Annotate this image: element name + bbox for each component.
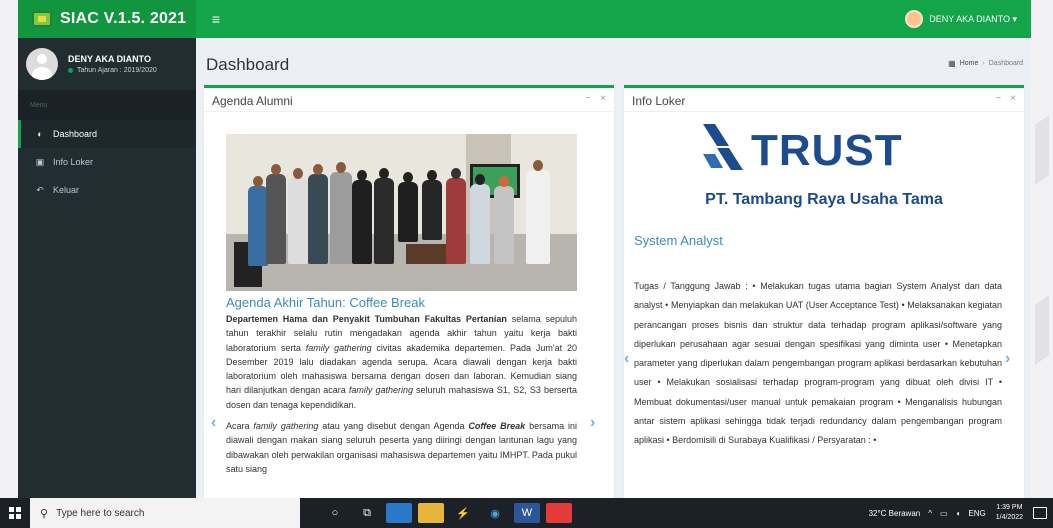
user-menu-dropdown[interactable]: DENY AKA DIANTO ▾ [905,10,1031,28]
online-status-icon [68,68,73,73]
box-title: Agenda Alumni [212,94,293,108]
avatar [905,10,924,28]
box-tools: − × [576,93,606,104]
carousel-prev-icon[interactable]: ‹ [211,414,216,432]
academic-year-label: Tahun Ajaran : 2019/2020 [77,67,157,74]
sidebar-item-info-loker[interactable]: ▣ Info Loker [18,148,196,176]
app-logo-icon [32,11,52,27]
agenda-heading-link[interactable]: Agenda Akhir Tahun: Coffee Break [226,295,425,310]
top-navbar: SIAC V.1.5. 2021 ≡ DENY AKA DIANTO ▾ [18,0,1031,38]
app-window: SIAC V.1.5. 2021 ≡ DENY AKA DIANTO ▾ DEN… [0,0,1053,528]
dashboard-icon: ▦ [948,59,956,68]
agenda-paragraph: Departemen Hama dan Penyakit Tumbuhan Fa… [226,314,577,410]
menu-header: Menu [18,90,196,120]
content-header: Dashboard ▦ Home › Dashboard [196,38,1031,86]
breadcrumb-separator: › [982,60,985,67]
cortana-icon[interactable]: ○ [322,503,348,523]
info-loker-box: Info Loker − × TRUST PT. Tambang Raya Us… [624,85,1024,498]
agenda-alumni-box: Agenda Alumni − × Agenda Akhir Tahun: Co… [204,85,614,498]
collapse-icon[interactable]: − [585,93,591,104]
taskbar-search-input[interactable]: ⚲ Type here to search [30,498,300,528]
right-margin [1031,0,1053,498]
sidebar-toggle-icon[interactable]: ≡ [206,11,226,27]
windows-logo-icon [9,507,21,519]
search-icon: ⚲ [40,507,49,520]
reply-icon: ↶ [36,184,44,195]
tray-overflow-icon[interactable]: ^ [928,509,932,518]
user-menu-label: DENY AKA DIANTO ▾ [929,13,1017,24]
sidebar-user-name: DENY AKA DIANTO [68,54,152,64]
breadcrumb-current: Dashboard [988,60,1023,67]
chrome-icon[interactable]: ◉ [482,503,508,523]
close-icon[interactable]: × [600,93,606,104]
agenda-paragraph: Acara family gathering atau yang disebut… [226,421,577,474]
company-logo: TRUST [699,122,959,192]
carousel-prev-icon[interactable]: ‹ [624,350,629,368]
language-indicator[interactable]: ENG [968,509,985,518]
box-header: Info Loker − × [624,88,1024,112]
id-card-icon: ▣ [35,156,45,167]
agenda-photo [226,134,577,291]
dashboard-icon: ◐ [37,129,43,139]
notifications-icon[interactable] [1033,507,1047,519]
company-logo-text: TRUST [751,126,903,175]
left-margin [0,0,18,498]
collapse-icon[interactable]: − [995,93,1001,104]
box-title: Info Loker [632,94,686,108]
clock-time: 1:39 PM [996,504,1023,511]
sidebar-item-label: Dashboard [53,129,98,139]
user-avatar-icon [26,48,58,80]
sidebar-item-dashboard[interactable]: ◐ Dashboard [18,120,196,148]
main-content: Dashboard ▦ Home › Dashboard Agenda Alum… [196,38,1031,498]
job-title-link[interactable]: System Analyst [634,233,723,248]
brand-logo-link[interactable]: SIAC V.1.5. 2021 [18,0,196,38]
page-title: Dashboard [206,55,290,74]
agenda-body: Departemen Hama dan Penyakit Tumbuhan Fa… [226,312,577,483]
folder-icon[interactable] [418,503,444,523]
windows-taskbar: ⚲ Type here to search ○ ⧉ ⚡ ◉ W 32°C Ber… [0,498,1053,528]
box-tools: − × [986,93,1016,104]
carousel-next-icon[interactable]: › [590,414,595,432]
lightning-app-icon[interactable]: ⚡ [450,503,476,523]
system-tray: 32°C Berawan ^ ▭ ◖ ENG 1:39 PM 1/4/2022 [861,503,1053,523]
sidebar-item-label: Keluar [53,185,80,195]
volume-icon[interactable]: ◖ [956,509,961,518]
app-icon[interactable] [546,503,572,523]
weather-label[interactable]: 32°C Berawan [869,509,921,518]
box-header: Agenda Alumni − × [204,88,614,112]
user-panel: DENY AKA DIANTO Tahun Ajaran : 2019/2020 [18,38,196,90]
task-view-icon[interactable]: ⧉ [354,503,380,523]
word-icon[interactable]: W [514,503,540,523]
brand-title: SIAC V.1.5. 2021 [60,10,187,27]
sidebar-item-label: Info Loker [53,157,94,167]
breadcrumb: ▦ Home › Dashboard [948,59,1023,68]
clock-date: 1/4/2022 [995,514,1023,521]
search-placeholder: Type here to search [56,507,145,519]
file-explorer-icon[interactable] [386,503,412,523]
carousel-next-icon[interactable]: › [1005,350,1010,368]
breadcrumb-home-link[interactable]: Home [960,60,979,67]
taskbar-apps: ○ ⧉ ⚡ ◉ W [322,503,578,523]
user-status: Tahun Ajaran : 2019/2020 [68,67,157,74]
trust-logo-icon [703,124,743,170]
company-name: PT. Tambang Raya Usaha Tama [705,191,943,208]
start-button[interactable] [0,498,30,528]
sidebar: DENY AKA DIANTO Tahun Ajaran : 2019/2020… [18,38,196,498]
sidebar-item-keluar[interactable]: ↶ Keluar [18,176,196,204]
close-icon[interactable]: × [1010,93,1016,104]
clock[interactable]: 1:39 PM 1/4/2022 [996,503,1023,523]
job-description: Tugas / Tanggung Jawab : • Melakukan tug… [634,281,1002,446]
network-icon[interactable]: ▭ [940,509,948,518]
